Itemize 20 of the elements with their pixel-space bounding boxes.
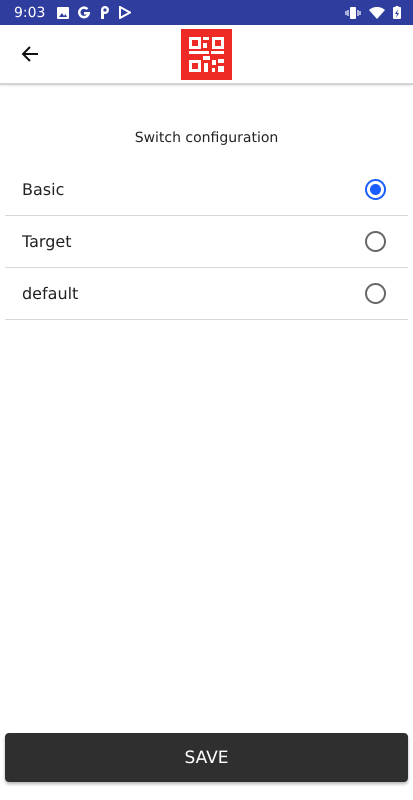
save-button[interactable]: SAVE: [5, 733, 408, 782]
g-icon: [77, 6, 92, 20]
option-label: Target: [22, 232, 72, 251]
option-label: default: [22, 284, 78, 303]
image-icon: [57, 6, 70, 18]
play-icon: [119, 6, 132, 19]
radio-button[interactable]: [365, 283, 386, 304]
wifi-icon: [369, 6, 385, 18]
option-row[interactable]: Basic: [5, 164, 408, 216]
radio-button[interactable]: [365, 179, 386, 200]
status-time: 9:03: [14, 4, 46, 20]
option-label: Basic: [22, 180, 64, 199]
vibrate-icon: [345, 6, 361, 18]
battery-icon: [393, 6, 401, 19]
qr-code-logo: [181, 29, 232, 80]
option-row[interactable]: Target: [5, 216, 408, 268]
option-row[interactable]: default: [5, 268, 408, 320]
p-icon: [99, 6, 112, 19]
radio-button[interactable]: [365, 231, 386, 252]
section-title: Switch configuration: [134, 130, 280, 146]
